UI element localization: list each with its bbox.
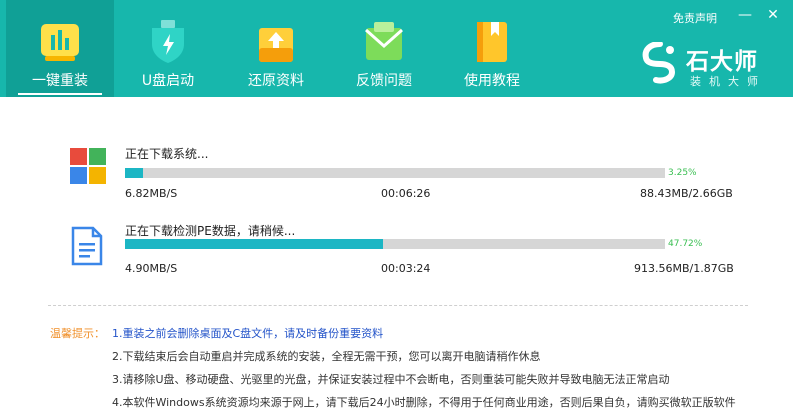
task-title: 正在下载检测PE数据，请稍候... xyxy=(125,224,296,238)
usb-shield-icon xyxy=(152,20,184,63)
nav-tab-label: 使用教程 xyxy=(464,73,520,89)
nav-tab-restore-data[interactable]: 还原资料 xyxy=(222,0,330,97)
brand-subtitle: 装机大师 xyxy=(690,75,766,88)
brand-title: 石大师 xyxy=(686,49,758,75)
progress-percent: 3.25% xyxy=(668,168,697,178)
nav-tab-label: 一键重装 xyxy=(32,73,88,89)
download-speed: 4.90MB/S xyxy=(125,262,178,275)
tips-label: 温馨提示： xyxy=(50,327,105,340)
nav-tab-label: 还原资料 xyxy=(248,73,304,89)
progress-percent: 47.72% xyxy=(668,239,703,249)
bar-chart-icon xyxy=(41,24,79,61)
top-header: 一键重装 U盘启动 还原资料 反馈问题 使用教程 免责声明 — ✕ 石大师 装机… xyxy=(0,0,793,97)
brand-logo: 石大师 装机大师 xyxy=(640,40,790,90)
progress-bar-fill xyxy=(125,239,383,249)
progress-bar xyxy=(125,168,665,178)
download-task-system: 正在下载系统... 3.25% 6.82MB/S 00:06:26 88.43M… xyxy=(0,145,793,225)
nav-tab-one-click-reinstall[interactable]: 一键重装 xyxy=(6,0,114,97)
tip-item: 1.重装之前会删除桌面及C盘文件，请及时备份重要资料 xyxy=(112,327,384,340)
nav-tab-usb-boot[interactable]: U盘启动 xyxy=(114,0,222,97)
nav-tab-tutorial[interactable]: 使用教程 xyxy=(438,0,546,97)
active-tab-indicator xyxy=(18,93,102,95)
remaining-time: 00:03:24 xyxy=(381,262,431,275)
restore-box-icon xyxy=(259,28,293,62)
download-size: 88.43MB/2.66GB xyxy=(640,187,733,200)
tip-item: 2.下载结束后会自动重启并完成系统的安装，全程无需干预，您可以离开电脑请稍作休息 xyxy=(112,350,541,363)
download-size: 913.56MB/1.87GB xyxy=(634,262,734,275)
minimize-button[interactable]: — xyxy=(736,6,754,24)
progress-bar xyxy=(125,239,665,249)
progress-bar-fill xyxy=(125,168,143,178)
disclaimer-link[interactable]: 免责声明 xyxy=(673,10,717,26)
mail-feedback-icon xyxy=(365,22,403,60)
document-icon xyxy=(71,226,103,266)
nav-tab-label: 反馈问题 xyxy=(356,73,412,89)
stone-logo-icon xyxy=(642,42,676,84)
task-title: 正在下载系统... xyxy=(125,147,209,161)
download-task-pe: 正在下载检测PE数据，请稍候... 47.72% 4.90MB/S 00:03:… xyxy=(0,222,793,302)
tip-item: 3.请移除U盘、移动硬盘、光驱里的光盘，并保证安装过程中不会断电，否则重装可能失… xyxy=(112,373,670,386)
nav-tab-label: U盘启动 xyxy=(141,73,195,89)
windows-logo-icon xyxy=(70,148,106,184)
nav-tab-feedback[interactable]: 反馈问题 xyxy=(330,0,438,97)
close-button[interactable]: ✕ xyxy=(764,6,782,24)
remaining-time: 00:06:26 xyxy=(381,187,431,200)
tip-item: 4.本软件Windows系统资源均来源于网上，请下载后24小时删除，不得用于任何… xyxy=(112,396,736,409)
section-divider xyxy=(48,305,748,306)
book-icon xyxy=(477,22,507,62)
download-speed: 6.82MB/S xyxy=(125,187,178,200)
